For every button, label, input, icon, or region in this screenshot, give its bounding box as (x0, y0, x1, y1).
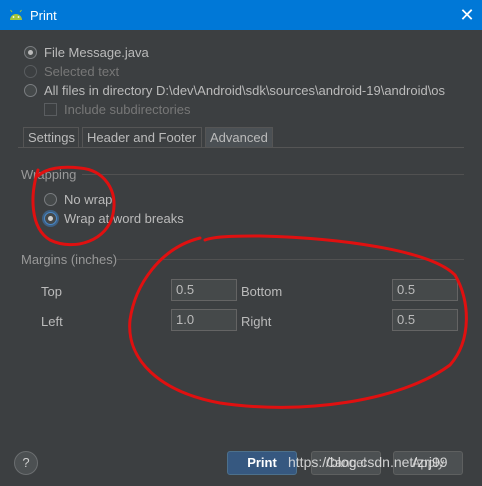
include-subdirectories-label: Include subdirectories (64, 102, 191, 117)
radio-all-files[interactable] (24, 84, 37, 97)
help-button[interactable]: ? (14, 451, 38, 475)
margin-right-input[interactable]: 0.5 (392, 309, 458, 331)
radio-selected-text-label: Selected text (44, 64, 120, 79)
wrapping-separator (82, 174, 464, 175)
radio-all-files-label: All files in directory D:\dev\Android\sd… (44, 83, 446, 98)
window-title: Print (30, 8, 57, 23)
title-bar (0, 0, 482, 30)
margins-section-title: Margins (inches) (21, 252, 118, 267)
radio-wrap-word-breaks-label: Wrap at word breaks (64, 211, 184, 226)
wrapping-section-title: Wrapping (21, 167, 77, 182)
print-button[interactable]: Print (227, 451, 297, 475)
margin-left-label: Left (41, 314, 63, 329)
margin-top-input[interactable]: 0.5 (171, 279, 237, 301)
android-icon (10, 9, 22, 20)
radio-selected-text[interactable] (24, 65, 37, 78)
include-subdirectories-checkbox[interactable] (44, 103, 57, 116)
tab-settings[interactable]: Settings (23, 127, 79, 147)
radio-file-message[interactable] (24, 46, 37, 59)
tab-header-and-footer[interactable]: Header and Footer (82, 127, 202, 147)
margin-left-input[interactable]: 1.0 (171, 309, 237, 331)
margin-right-label: Right (241, 314, 272, 329)
radio-wrap-word-breaks[interactable] (44, 212, 57, 225)
margins-separator (117, 259, 464, 260)
radio-file-message-label: File Message.java (44, 45, 149, 60)
close-icon[interactable]: ✕ (454, 2, 480, 28)
tab-advanced[interactable]: Advanced (205, 127, 273, 147)
margin-bottom-label: Bottom (241, 284, 283, 299)
watermark: https://blog.csdn.net/zrj99 (288, 454, 448, 470)
margin-top-label: Top (41, 284, 62, 299)
radio-no-wrap[interactable] (44, 193, 57, 206)
radio-no-wrap-label: No wrap (64, 192, 113, 207)
margin-bottom-input[interactable]: 0.5 (392, 279, 458, 301)
